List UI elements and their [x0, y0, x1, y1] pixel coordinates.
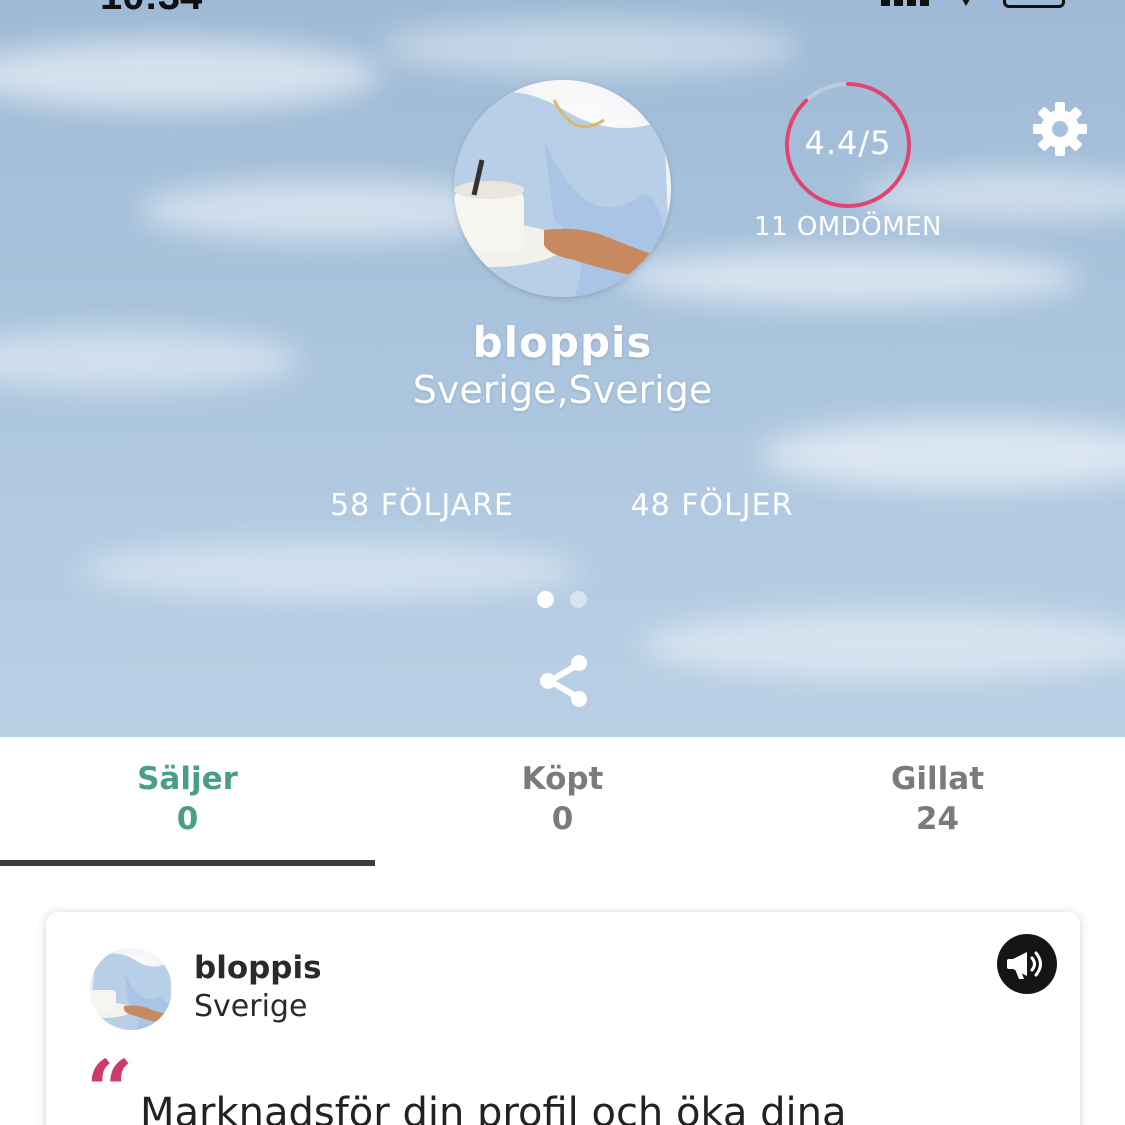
signal-icon: [881, 0, 929, 6]
card-username: bloppis: [194, 950, 322, 986]
page-dot[interactable]: [570, 591, 587, 608]
settings-gear-icon[interactable]: [1031, 100, 1089, 158]
cloud: [80, 540, 580, 600]
profile-location: Sverige,Sverige: [412, 368, 713, 412]
avatar-photo: [90, 953, 172, 1030]
following-link[interactable]: 48 FÖLJER: [612, 488, 812, 523]
wifi-icon: [959, 0, 973, 6]
cloud: [760, 420, 1125, 490]
promo-card[interactable]: bloppis Sverige “ Marknadsför din profil…: [46, 912, 1080, 1125]
reviews-link[interactable]: 11 OMDÖMEN: [748, 212, 948, 242]
status-time: 10:34: [100, 0, 202, 19]
share-icon[interactable]: [536, 652, 592, 710]
cloud: [380, 20, 800, 75]
cloud: [640, 610, 1125, 680]
profile-avatar[interactable]: [454, 80, 671, 297]
active-tab-indicator: [0, 860, 375, 866]
followers-link[interactable]: 58 FÖLJARE: [312, 488, 532, 523]
page-indicator: [537, 591, 587, 608]
tab-label: Säljer: [137, 761, 238, 797]
tab-label: Gillat: [890, 761, 985, 797]
tab-count: 0: [551, 801, 574, 837]
battery-icon: [1003, 0, 1065, 8]
tab-saljer[interactable]: Säljer 0: [0, 761, 375, 837]
card-avatar[interactable]: [90, 948, 172, 1030]
tab-label: Köpt: [521, 761, 604, 797]
quote-icon: “: [86, 1043, 134, 1125]
status-icons: [881, 0, 1065, 10]
megaphone-icon[interactable]: [997, 934, 1057, 994]
page-dot-active[interactable]: [537, 591, 554, 608]
profile-tabs: Säljer 0 Köpt 0 Gillat 24: [0, 737, 1125, 867]
profile-username: bloppis: [472, 318, 653, 367]
card-location: Sverige: [194, 989, 308, 1024]
tab-count: 0: [176, 801, 199, 837]
card-promo-text: Marknadsför din profil och öka dina: [140, 1090, 847, 1125]
profile-header: 10:34 4.4/5 11 OMDÖMEN: [0, 0, 1125, 737]
avatar-photo: [454, 80, 671, 297]
tab-gillat[interactable]: Gillat 24: [750, 761, 1125, 837]
tab-kopt[interactable]: Köpt 0: [375, 761, 750, 837]
tab-count: 24: [915, 801, 960, 837]
cloud: [0, 40, 380, 110]
rating-value: 4.4/5: [804, 124, 892, 162]
cloud: [620, 250, 1080, 305]
